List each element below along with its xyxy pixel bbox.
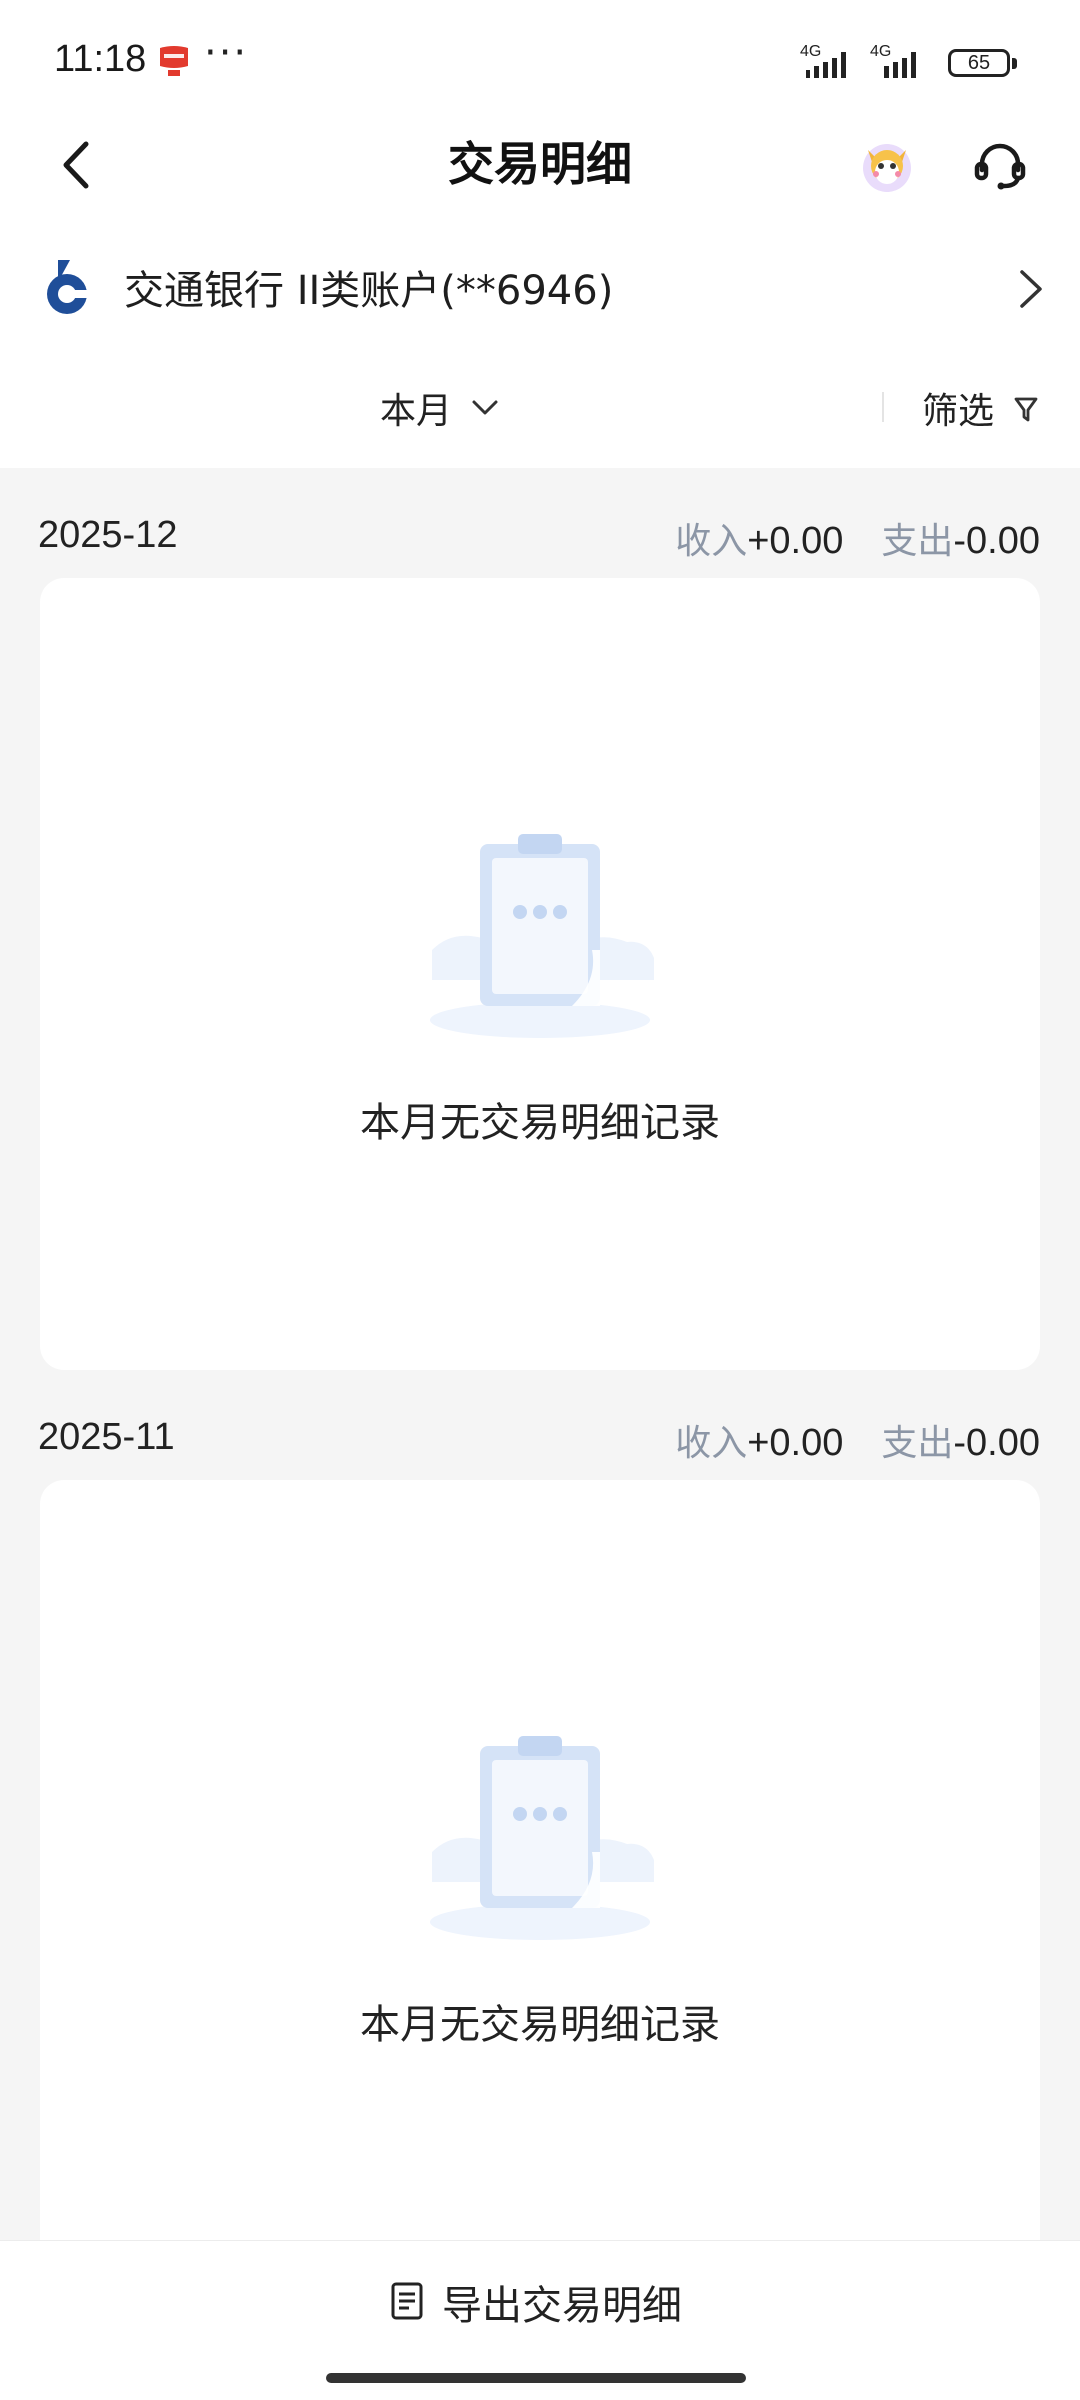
status-time: 11:18 [54, 38, 147, 80]
empty-clipboard-icon [430, 834, 654, 1038]
mascot-avatar-icon[interactable] [858, 136, 916, 194]
app-notification-icon [160, 46, 188, 76]
period-label: 本月 [380, 391, 453, 432]
export-label: 导出交易明细 [442, 2283, 682, 2329]
filter-divider [882, 392, 884, 422]
income-value: +0.00 [747, 1422, 844, 1464]
expense-label: 支出 [881, 1423, 954, 1464]
signal-4g-icon: 4G [870, 43, 916, 78]
chevron-right-icon [1020, 270, 1042, 308]
bottom-bar: 导出交易明细 [0, 2240, 1080, 2400]
transaction-card: 本月无交易明细记录 [40, 578, 1040, 1370]
filter-label: 筛选 [922, 391, 995, 432]
document-list-icon [391, 2282, 423, 2320]
income-label: 收入 [675, 521, 748, 562]
funnel-filter-icon [1014, 397, 1038, 422]
month-label: 2025-11 [38, 1416, 175, 1458]
signal-4g-icon: 4G [800, 43, 846, 78]
expense-value: -0.00 [953, 520, 1040, 562]
battery-tip [1012, 58, 1017, 69]
account-name: 交通银行 II类账户(**6946) [124, 268, 614, 314]
status-bar: 11:18 ··· 4G 4G 65 [0, 0, 1080, 120]
chevron-down-icon [472, 400, 498, 415]
month-header: 2025-11 收入+0.00 支出-0.00 [0, 1406, 1080, 1486]
customer-service-headset-icon[interactable] [970, 136, 1030, 196]
month-label: 2025-12 [38, 514, 178, 556]
expense-value: -0.00 [953, 1422, 1040, 1464]
bank-logo-icon [47, 260, 89, 314]
network-label: 4G [800, 43, 821, 60]
home-indicator[interactable] [326, 2373, 746, 2383]
transaction-card: 本月无交易明细记录 [40, 1480, 1040, 2300]
month-header: 2025-12 收入+0.00 支出-0.00 [0, 504, 1080, 584]
transaction-details-page: 11:18 ··· 4G 4G 65 交易明细 交通银行 II类账户(**694… [0, 0, 1080, 2400]
empty-clipboard-icon [430, 1736, 654, 1940]
page-title: 交易明细 [448, 137, 632, 191]
network-label: 4G [870, 43, 891, 60]
battery-level: 65 [967, 52, 991, 74]
empty-state-text: 本月无交易明细记录 [360, 2002, 720, 2048]
month-summary: 收入+0.00 支出-0.00 [675, 512, 1040, 564]
empty-state-text: 本月无交易明细记录 [360, 1100, 720, 1146]
income-value: +0.00 [747, 520, 844, 562]
more-notifications-icon: ··· [204, 30, 249, 76]
income-label: 收入 [675, 1423, 748, 1464]
expense-label: 支出 [881, 521, 954, 562]
month-summary: 收入+0.00 支出-0.00 [675, 1414, 1040, 1466]
